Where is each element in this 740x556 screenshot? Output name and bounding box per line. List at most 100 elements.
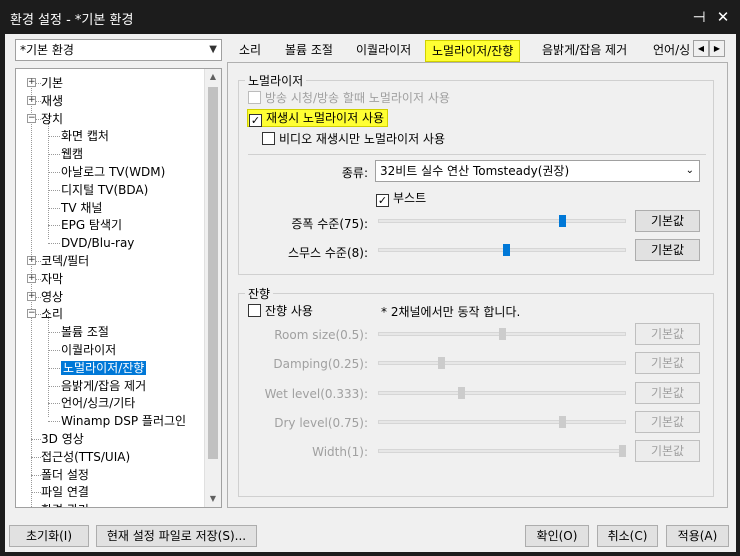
wet-level-default-button[interactable]: 기본값 xyxy=(635,381,700,404)
tab-equalizer[interactable]: 이퀄라이저 xyxy=(356,40,411,62)
smooth-level-slider[interactable] xyxy=(503,244,511,256)
damping-track[interactable] xyxy=(378,361,626,366)
collapse-icon[interactable]: − xyxy=(27,113,36,123)
tree-item-folder[interactable]: 폴더 설정 xyxy=(41,466,89,484)
room-size-default-button[interactable]: 기본값 xyxy=(635,323,700,345)
scroll-thumb[interactable] xyxy=(208,87,218,459)
tree-item-tv-channel[interactable]: TV 채널 xyxy=(61,199,102,217)
tree-item-label: 자막 xyxy=(41,271,64,286)
tree-item-volume[interactable]: 볼륨 조절 xyxy=(61,323,109,341)
reverb-group-title: 잔향 xyxy=(245,285,274,302)
tree-item-normalizer-reverb[interactable]: 노멀라이저/잔향 xyxy=(61,359,147,377)
tree-scrollbar[interactable]: ▲ ▼ xyxy=(204,69,221,507)
scroll-up-icon[interactable]: ▲ xyxy=(205,69,221,85)
amp-level-track[interactable] xyxy=(378,219,626,223)
damping-slider[interactable] xyxy=(438,357,446,370)
broadcast-normalizer-checkbox[interactable]: 방송 시청/방송 할때 노멀라이저 사용 xyxy=(248,90,450,106)
tab-brighten-denoise[interactable]: 음밝게/잡음 제거 xyxy=(542,40,627,62)
window-title: 환경 설정 - *기본 환경 xyxy=(10,13,134,28)
playback-normalizer-checkbox[interactable]: ✓ 재생시 노멀라이저 사용 xyxy=(247,109,389,127)
dry-level-track[interactable] xyxy=(378,419,626,424)
tree-item-label: 기본 xyxy=(41,76,64,90)
save-current-button[interactable]: 현재 설정 파일로 저장(S)... xyxy=(96,525,257,547)
amp-level-slider[interactable] xyxy=(558,215,566,227)
tree-item-dvd-bluray[interactable]: DVD/Blu-ray xyxy=(61,234,134,252)
tree-item-label: 3D 영상 xyxy=(41,432,84,446)
tab-normalizer-reverb[interactable]: 노멀라이저/잔향 xyxy=(425,40,521,62)
tree-item-digital-tv[interactable]: 디지털 TV(BDA) xyxy=(61,181,148,199)
divider xyxy=(248,154,706,155)
expand-icon[interactable]: + xyxy=(27,273,36,283)
tree-item-brighten-denoise[interactable]: 음밝게/잡음 제거 xyxy=(61,377,146,395)
room-size-label: Room size(0.5): xyxy=(274,328,368,342)
tree-item-epg[interactable]: EPG 탐색기 xyxy=(61,216,122,234)
expand-icon[interactable]: + xyxy=(27,95,36,105)
tree-line xyxy=(48,225,60,227)
damping-label: Damping(0.25): xyxy=(273,357,368,372)
video-only-normalizer-checkbox[interactable]: 비디오 재생시만 노멀라이저 사용 xyxy=(262,131,445,147)
wet-level-slider[interactable] xyxy=(458,386,466,399)
width-label: Width(1): xyxy=(312,445,368,460)
pin-icon[interactable]: ⊣ xyxy=(688,6,710,28)
tab-volume[interactable]: 볼륨 조절 xyxy=(285,40,333,62)
smooth-default-button[interactable]: 기본값 xyxy=(635,239,700,261)
tree-item-label: EPG 탐색기 xyxy=(61,218,123,233)
dry-level-slider[interactable] xyxy=(558,415,566,428)
width-slider[interactable] xyxy=(619,445,626,458)
ok-button[interactable]: 확인(O) xyxy=(525,525,589,547)
tree-item-language-sync[interactable]: 언어/싱크/기타 xyxy=(61,394,135,412)
tree-item-equalizer[interactable]: 이퀄라이저 xyxy=(61,341,116,359)
apply-button[interactable]: 적용(A) xyxy=(666,525,729,547)
tab-scroll-left-icon[interactable]: ◀ xyxy=(693,40,709,57)
tree-item-video[interactable]: + 영상 xyxy=(27,288,63,306)
tab-sound[interactable]: 소리 xyxy=(239,40,261,62)
scroll-down-icon[interactable]: ▼ xyxy=(205,491,221,507)
damping-default-button[interactable]: 기본값 xyxy=(635,352,700,375)
tree-item-3d-video[interactable]: 3D 영상 xyxy=(41,430,84,448)
profile-select[interactable]: *기본 환경 ▼ xyxy=(15,39,222,61)
tree-line xyxy=(31,474,41,476)
reset-button[interactable]: 초기화(I) xyxy=(9,525,89,547)
tab-scroll-right-icon[interactable]: ▶ xyxy=(709,40,725,57)
expand-icon[interactable]: + xyxy=(27,291,36,301)
tree-item-screen-capture[interactable]: 화면 캡처 xyxy=(61,127,109,145)
tree-item-profile-manage[interactable]: 환경 관리 xyxy=(41,501,89,507)
expand-icon[interactable]: + xyxy=(27,256,36,265)
width-track[interactable] xyxy=(378,449,626,454)
tree-line xyxy=(48,350,60,351)
cancel-button[interactable]: 취소(C) xyxy=(597,525,658,547)
tree-item-label: 장치 xyxy=(41,111,64,126)
check-icon: ✓ xyxy=(376,194,389,207)
settings-tree[interactable]: ▲ ▼ + 기본 + 재생 − 장치 화면 캡처 웹캠 아날로그 TV(WDM) 디지털 TV(B… xyxy=(15,68,222,508)
reverb-enable-checkbox[interactable]: 잔향 사용 xyxy=(248,303,313,319)
expand-icon[interactable]: + xyxy=(27,78,36,87)
tree-line xyxy=(31,439,41,440)
check-icon: ✓ xyxy=(249,114,262,127)
tree-item-accessibility[interactable]: 접근성(TTS/UIA) xyxy=(41,448,130,466)
tree-item-basic[interactable]: + 기본 xyxy=(27,74,64,92)
tree-item-sound[interactable]: − 소리 xyxy=(27,305,63,323)
dry-level-default-button[interactable]: 기본값 xyxy=(635,410,700,433)
tree-item-device[interactable]: − 장치 xyxy=(27,110,64,128)
boost-checkbox[interactable]: ✓ 부스트 xyxy=(376,190,426,207)
tree-item-file-assoc[interactable]: 파일 연결 xyxy=(41,483,89,501)
tree-item-label: 아날로그 TV(WDM) xyxy=(61,165,166,179)
close-icon[interactable]: ✕ xyxy=(712,6,734,28)
collapse-icon[interactable]: − xyxy=(27,309,36,319)
tree-item-label: 볼륨 조절 xyxy=(61,325,109,340)
tab-language-sync[interactable]: 언어/싱 xyxy=(653,40,690,62)
type-label: 종류: xyxy=(341,166,368,180)
room-size-slider[interactable] xyxy=(498,328,506,340)
normalizer-type-select[interactable]: 32비트 실수 연산 Tomsteady(권장) ⌄ xyxy=(375,160,700,182)
tree-item-codec-filter[interactable]: + 코덱/필터 xyxy=(27,252,89,270)
tree-item-winamp-dsp[interactable]: Winamp DSP 플러그인 xyxy=(61,412,186,430)
smooth-level-track[interactable] xyxy=(378,248,626,252)
amp-default-button[interactable]: 기본값 xyxy=(635,210,700,232)
width-default-button[interactable]: 기본값 xyxy=(635,440,700,463)
tree-item-analog-tv[interactable]: 아날로그 TV(WDM) xyxy=(61,163,165,181)
wet-level-track[interactable] xyxy=(378,390,626,395)
tree-item-webcam[interactable]: 웹캠 xyxy=(61,145,83,163)
tree-item-playback[interactable]: + 재생 xyxy=(27,92,63,110)
tree-item-label: 환경 관리 xyxy=(41,503,89,507)
tree-item-subtitle[interactable]: + 자막 xyxy=(27,270,64,288)
